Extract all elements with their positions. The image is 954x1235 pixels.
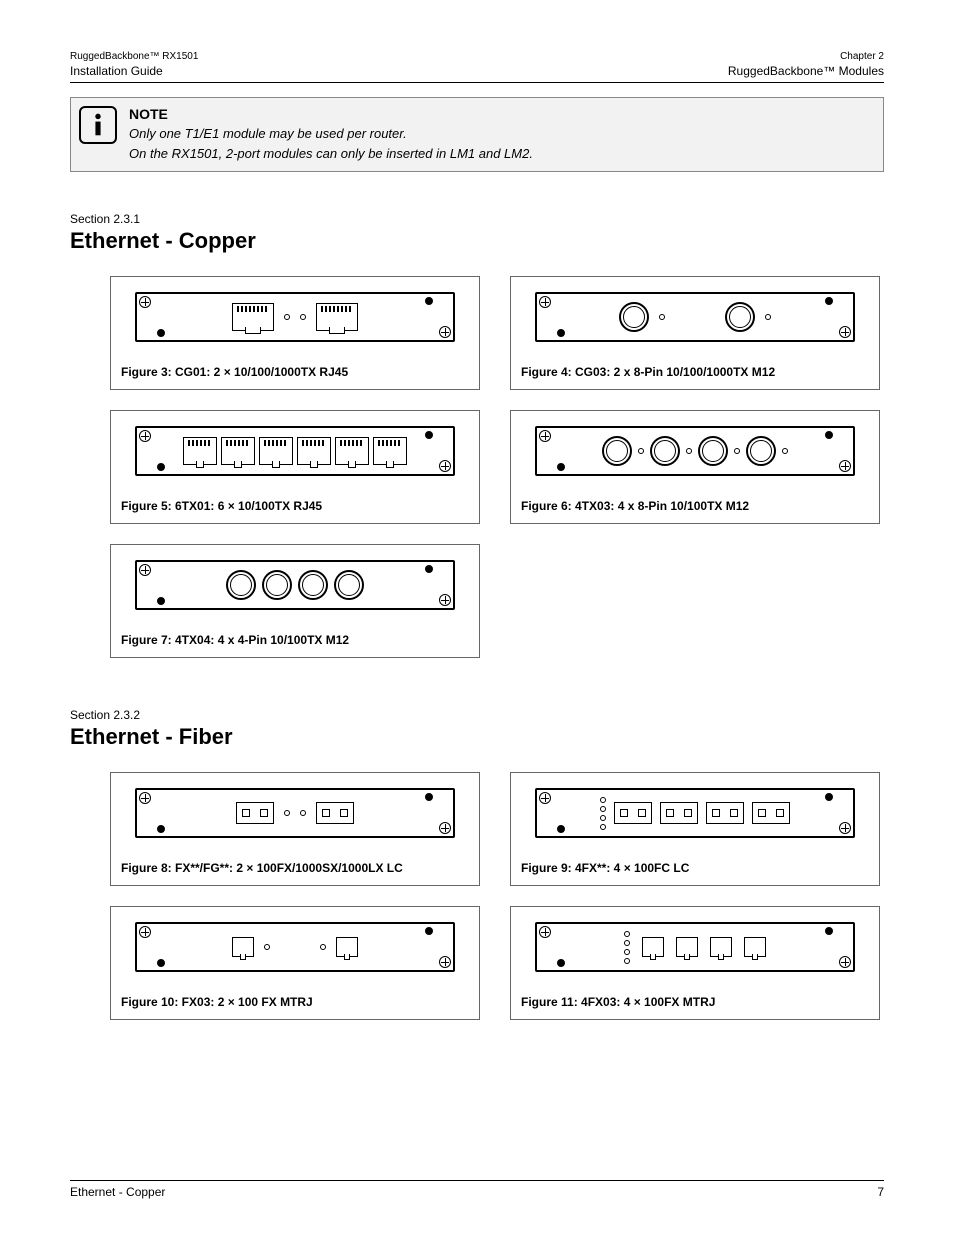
note-title: NOTE	[129, 106, 873, 122]
note-body: NOTE Only one T1/E1 module may be used p…	[129, 106, 873, 163]
figure-4: Figure 4: CG03: 2 x 8-Pin 10/100/1000TX …	[510, 276, 880, 390]
module-4fx-diagram	[521, 783, 869, 843]
fiber-figures: Figure 8: FX**/FG**: 2 × 100FX/1000SX/10…	[110, 772, 884, 1020]
figure-6-caption: Figure 6: 4TX03: 4 x 8-Pin 10/100TX M12	[521, 499, 869, 513]
section-copper-label: Section 2.3.1	[70, 212, 884, 226]
figure-7-caption: Figure 7: 4TX04: 4 x 4-Pin 10/100TX M12	[121, 633, 469, 647]
figure-8: Figure 8: FX**/FG**: 2 × 100FX/1000SX/10…	[110, 772, 480, 886]
header-chapter: Chapter 2	[840, 50, 884, 63]
footer-left: Ethernet - Copper	[70, 1185, 165, 1199]
note-line-1: Only one T1/E1 module may be used per ro…	[129, 124, 873, 144]
module-6tx01-diagram	[121, 421, 469, 481]
section-fiber-title: Ethernet - Fiber	[70, 724, 884, 750]
footer-page-number: 7	[877, 1185, 884, 1199]
figure-3-caption: Figure 3: CG01: 2 × 10/100/1000TX RJ45	[121, 365, 469, 379]
section-fiber-label: Section 2.3.2	[70, 708, 884, 722]
figure-5-caption: Figure 5: 6TX01: 6 × 10/100TX RJ45	[121, 499, 469, 513]
figure-7: Figure 7: 4TX04: 4 x 4-Pin 10/100TX M12	[110, 544, 480, 658]
module-4fx03-diagram	[521, 917, 869, 977]
page-header-top: RuggedBackbone™ RX1501 Chapter 2	[70, 50, 884, 63]
note-box: NOTE Only one T1/E1 module may be used p…	[70, 97, 884, 172]
module-4tx03-diagram	[521, 421, 869, 481]
figure-9-caption: Figure 9: 4FX**: 4 × 100FC LC	[521, 861, 869, 875]
page-footer: Ethernet - Copper 7	[70, 1180, 884, 1199]
figure-6: Figure 6: 4TX03: 4 x 8-Pin 10/100TX M12	[510, 410, 880, 524]
figure-9: Figure 9: 4FX**: 4 × 100FC LC	[510, 772, 880, 886]
module-fx-fg-diagram	[121, 783, 469, 843]
figure-10: Figure 10: FX03: 2 × 100 FX MTRJ	[110, 906, 480, 1020]
figure-3: Figure 3: CG01: 2 × 10/100/1000TX RJ45	[110, 276, 480, 390]
info-icon	[79, 106, 117, 144]
note-line-2: On the RX1501, 2-port modules can only b…	[129, 144, 873, 164]
figure-10-caption: Figure 10: FX03: 2 × 100 FX MTRJ	[121, 995, 469, 1009]
module-cg01-diagram	[121, 287, 469, 347]
header-guide: Installation Guide	[70, 64, 163, 78]
module-4tx04-diagram	[121, 555, 469, 615]
figure-11: Figure 11: 4FX03: 4 × 100FX MTRJ	[510, 906, 880, 1020]
section-copper-title: Ethernet - Copper	[70, 228, 884, 254]
copper-figures: Figure 3: CG01: 2 × 10/100/1000TX RJ45 F…	[110, 276, 884, 658]
module-cg03-diagram	[521, 287, 869, 347]
page-header-sub: Installation Guide RuggedBackbone™ Modul…	[70, 64, 884, 83]
figure-11-caption: Figure 11: 4FX03: 4 × 100FX MTRJ	[521, 995, 869, 1009]
figure-4-caption: Figure 4: CG03: 2 x 8-Pin 10/100/1000TX …	[521, 365, 869, 379]
header-product: RuggedBackbone™ RX1501	[70, 50, 198, 63]
header-section: RuggedBackbone™ Modules	[728, 64, 884, 78]
module-fx03-diagram	[121, 917, 469, 977]
figure-5: Figure 5: 6TX01: 6 × 10/100TX RJ45	[110, 410, 480, 524]
figure-8-caption: Figure 8: FX**/FG**: 2 × 100FX/1000SX/10…	[121, 861, 469, 875]
